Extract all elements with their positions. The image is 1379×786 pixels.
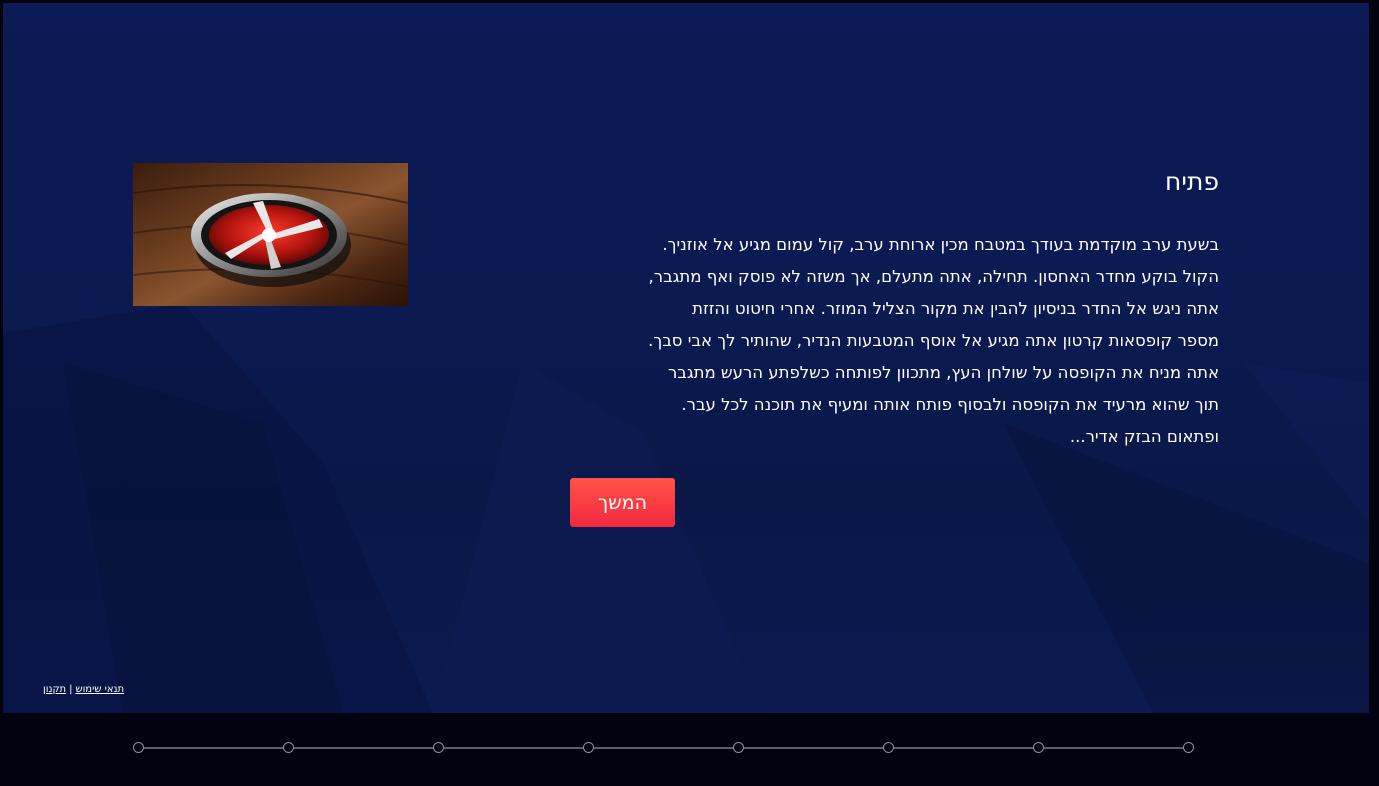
- rules-link[interactable]: תקנון: [43, 684, 66, 695]
- progress-step-dot[interactable]: [883, 742, 894, 753]
- footer-links: תנאי שימוש|תקנון: [43, 684, 124, 695]
- progress-step-dot[interactable]: [133, 742, 144, 753]
- progress-step-dot[interactable]: [1033, 742, 1044, 753]
- progress-step-dot[interactable]: [733, 742, 744, 753]
- page-title: פתיח: [1165, 167, 1219, 196]
- progress-bar: [0, 713, 1379, 786]
- progress-step-dot[interactable]: [283, 742, 294, 753]
- app-frame: פתיח בשעת ערב מוקדמת בעודך במטבח מכין אר…: [0, 0, 1379, 786]
- progress-track: [139, 747, 1189, 749]
- progress-step-dot[interactable]: [433, 742, 444, 753]
- progress-step-dot[interactable]: [1183, 742, 1194, 753]
- footer-separator: |: [69, 684, 73, 695]
- terms-of-use-link[interactable]: תנאי שימוש: [76, 684, 125, 695]
- intro-stage: פתיח בשעת ערב מוקדמת בעודך במטבח מכין אר…: [3, 3, 1369, 713]
- intro-story-text: בשעת ערב מוקדמת בעודך במטבח מכין ארוחת ע…: [648, 235, 1219, 446]
- intro-content: פתיח בשעת ערב מוקדמת בעודך במטבח מכין אר…: [567, 163, 1219, 453]
- continue-button[interactable]: המשך: [570, 478, 675, 527]
- progress-step-dot[interactable]: [583, 742, 594, 753]
- coin-emblem-image: [133, 163, 408, 306]
